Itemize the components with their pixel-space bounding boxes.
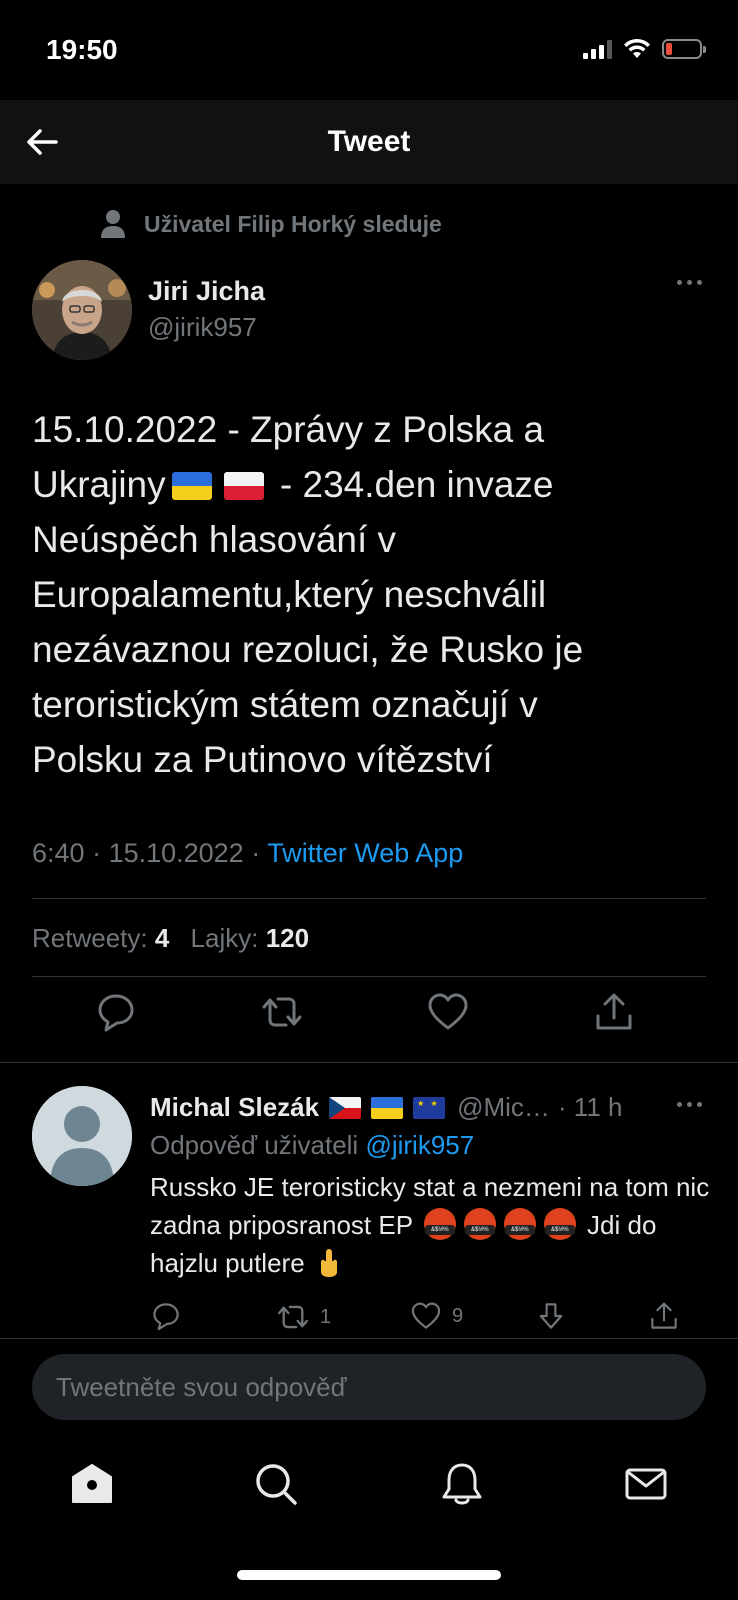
retweets-label: Retweety: xyxy=(32,923,148,953)
divider xyxy=(0,1338,738,1339)
cursing-face-icon xyxy=(463,1208,496,1240)
reply-text: Russko JE teroristicky stat a nezmeni na… xyxy=(150,1168,710,1282)
home-icon[interactable] xyxy=(68,1460,116,1508)
search-icon[interactable] xyxy=(252,1460,300,1508)
retweet-icon[interactable] xyxy=(260,990,304,1034)
status-time: 19:50 xyxy=(46,34,118,65)
replying-to: Odpověď uživateli @jirik957 xyxy=(150,1130,474,1161)
wifi-icon xyxy=(624,38,650,58)
reply-like-count: 9 xyxy=(452,1304,464,1327)
avatar-photo xyxy=(32,260,132,360)
retweets-stat[interactable]: Retweety: 4 xyxy=(32,923,169,953)
author-handle[interactable]: @jirik957 xyxy=(148,312,257,343)
tweet-text: 15.10.2022 - Zprávy z Polska a Ukrajiny … xyxy=(32,402,712,787)
tweet-stats: Retweety: 4 Lajky: 120 xyxy=(32,923,309,954)
reply-author-name[interactable]: Michal Slezák xyxy=(150,1092,319,1123)
arrow-left-icon[interactable] xyxy=(22,122,62,162)
tweet-text-line: teroristickým státem označují v xyxy=(32,684,538,725)
tweet-text-line: Polsku za Putinovo vítězství xyxy=(32,739,493,780)
tweet-text-line: nezávaznou rezoluci, že Rusko je xyxy=(32,629,584,670)
mail-icon[interactable] xyxy=(622,1460,670,1508)
replying-to-label: Odpověď uživateli xyxy=(150,1130,359,1160)
tweet-actions xyxy=(0,990,738,1040)
czech-flag-icon xyxy=(329,1096,362,1119)
reply-retweet-action[interactable]: 1 xyxy=(276,1300,331,1334)
likes-label: Lajky: xyxy=(190,923,259,953)
reply-header: Michal Slezák @Mic… · 11 h xyxy=(150,1092,622,1123)
downvote-arrow-icon xyxy=(539,1303,563,1329)
avatar[interactable] xyxy=(32,260,132,360)
retweets-count: 4 xyxy=(154,923,170,953)
more-options-icon[interactable] xyxy=(677,1102,702,1107)
reply-like-action[interactable]: 9 xyxy=(410,1300,463,1332)
reply-downvote-action[interactable] xyxy=(536,1300,566,1332)
reply-input[interactable] xyxy=(32,1354,706,1420)
reply-comment-action[interactable] xyxy=(150,1300,182,1332)
reply-retweet-count: 1 xyxy=(320,1305,332,1328)
divider xyxy=(32,976,706,977)
speech-bubble-icon[interactable] xyxy=(94,990,138,1034)
cursing-face-icon xyxy=(543,1208,576,1240)
poland-flag-icon xyxy=(223,472,264,500)
status-bar: 19:50 xyxy=(0,0,738,100)
heart-icon xyxy=(411,1302,441,1329)
reply-age: · 11 h xyxy=(557,1092,623,1122)
reply-composer xyxy=(32,1354,706,1420)
likes-stat[interactable]: Lajky: 120 xyxy=(191,923,310,953)
bell-icon[interactable] xyxy=(438,1460,486,1508)
speech-bubble-icon xyxy=(153,1303,179,1331)
retweet-icon xyxy=(277,1305,309,1329)
tweet-date: 15.10.2022 xyxy=(108,838,244,868)
tweet-time: 6:40 xyxy=(32,838,85,868)
battery-icon xyxy=(662,39,706,59)
home-indicator[interactable] xyxy=(237,1570,501,1580)
more-options-icon[interactable] xyxy=(677,280,702,285)
tweet-text-line: 15.10.2022 - Zprávy z Polska a xyxy=(32,409,545,450)
replying-to-handle[interactable]: @jirik957 xyxy=(365,1130,474,1160)
tweet-meta: 6:40 · 15.10.2022 · Twitter Web App xyxy=(32,838,464,868)
reply-share-action[interactable] xyxy=(648,1300,680,1332)
reply-actions: 1 9 xyxy=(150,1300,710,1340)
middle-finger-icon xyxy=(320,1249,337,1277)
eu-flag-icon xyxy=(413,1096,446,1119)
author-name[interactable]: Jiri Jicha xyxy=(148,276,265,307)
divider xyxy=(0,1062,738,1063)
divider xyxy=(32,898,706,899)
tab-bar xyxy=(0,1460,738,1520)
avatar[interactable] xyxy=(32,1086,132,1186)
cellular-signal-icon xyxy=(583,39,612,59)
status-icons xyxy=(583,38,706,60)
top-bar: Tweet xyxy=(0,100,738,184)
tweet-source-link[interactable]: Twitter Web App xyxy=(267,838,463,868)
tweet-text-line: Neúspěch hlasování v xyxy=(32,519,397,560)
tweet-text-line: Europalamentu,který neschválil xyxy=(32,574,547,615)
likes-count: 120 xyxy=(265,923,310,953)
ukraine-flag-icon xyxy=(171,472,212,500)
tweet-text-line: Ukrajiny - 234.den invaze xyxy=(32,457,712,512)
cursing-face-icon xyxy=(503,1208,536,1240)
page-title: Tweet xyxy=(327,125,411,158)
person-icon xyxy=(101,210,125,238)
social-context[interactable]: Uživatel Filip Horký sleduje xyxy=(100,208,442,240)
tweet-text-fragment: - 234.den invaze xyxy=(269,464,554,505)
share-icon[interactable] xyxy=(592,990,636,1034)
tweet-text-fragment: Ukrajiny xyxy=(32,464,166,505)
social-context-label: Uživatel Filip Horký sleduje xyxy=(144,210,442,237)
reply-author-handle[interactable]: @Mic… xyxy=(457,1092,550,1123)
default-avatar-icon xyxy=(32,1086,132,1186)
ukraine-flag-icon xyxy=(371,1096,404,1119)
heart-icon[interactable] xyxy=(426,990,470,1034)
cursing-face-icon xyxy=(423,1208,456,1240)
share-icon xyxy=(651,1302,677,1329)
